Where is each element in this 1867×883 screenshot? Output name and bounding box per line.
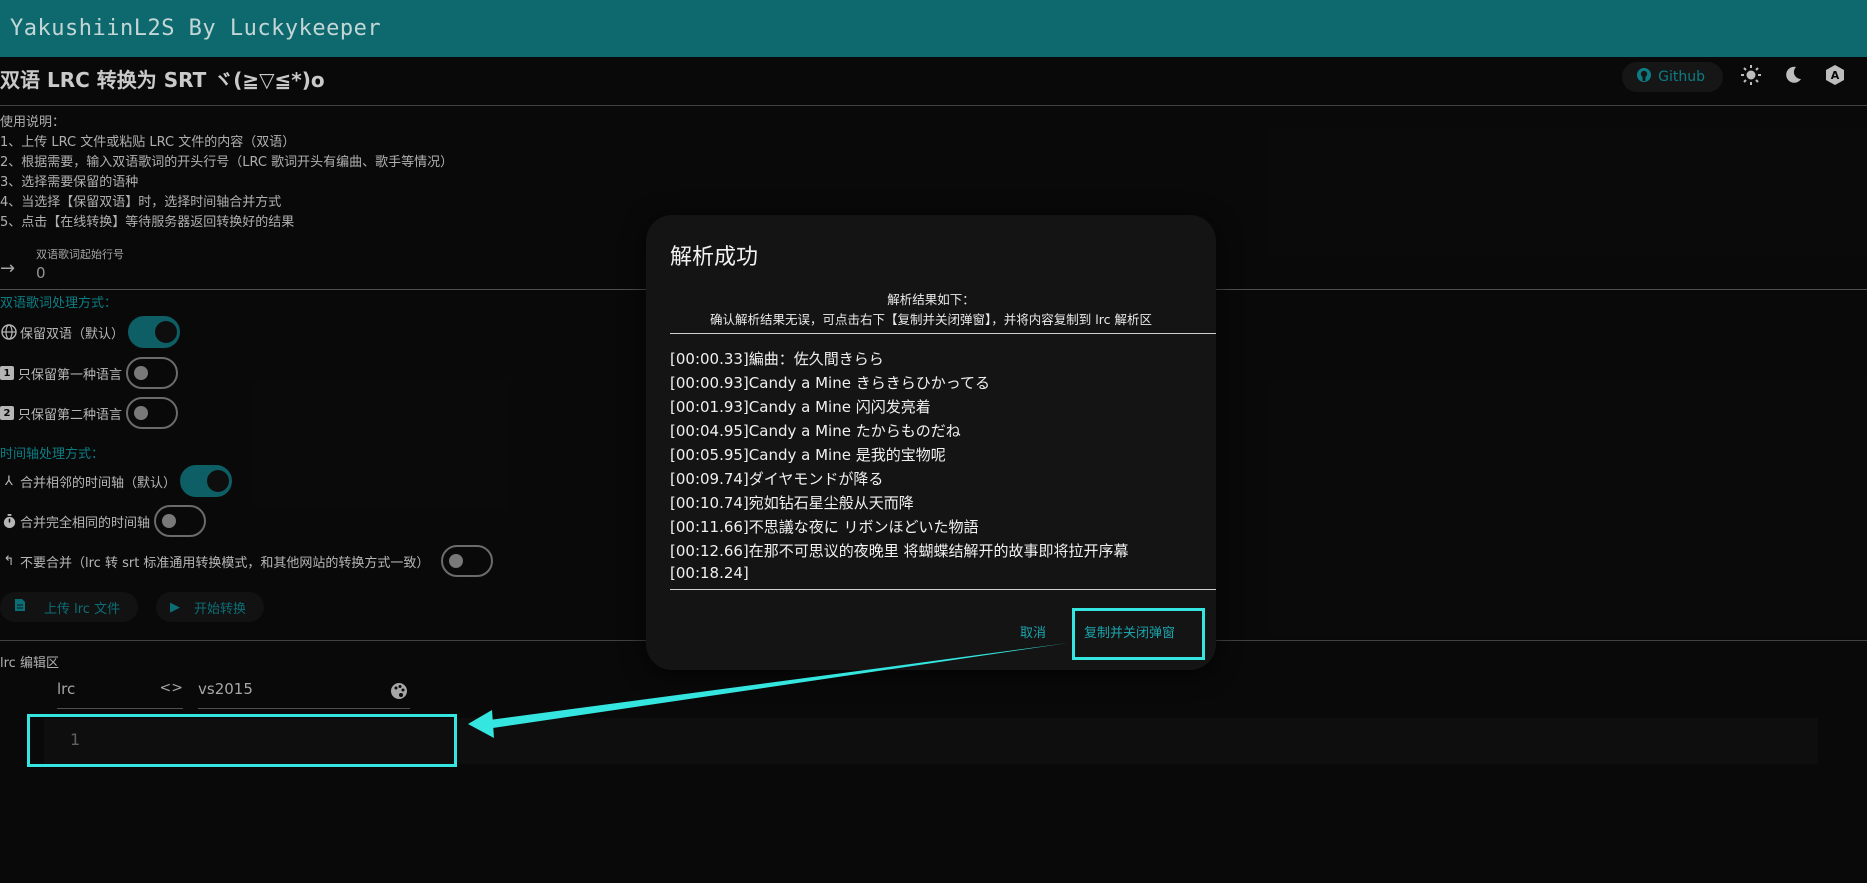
annotation-arrow <box>468 643 1068 738</box>
